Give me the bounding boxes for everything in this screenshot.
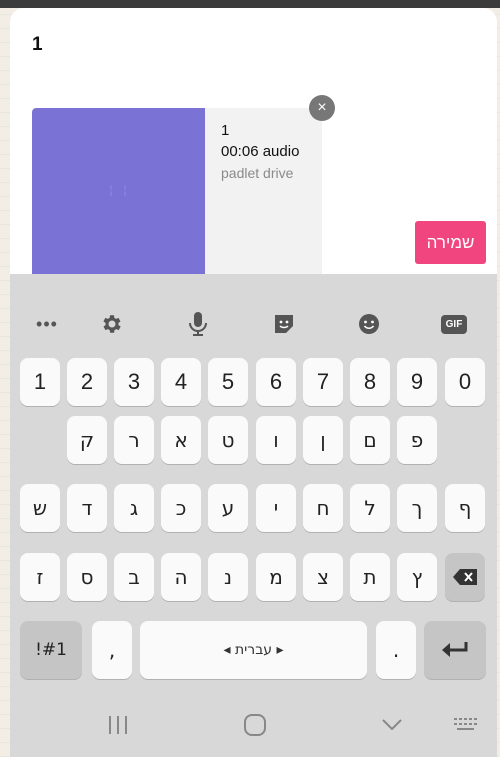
key-final-tsadi[interactable]: ץ [397, 553, 437, 601]
system-navigation-bar [10, 694, 497, 757]
key-final-mem[interactable]: ם [350, 416, 390, 464]
key-9[interactable]: 9 [397, 358, 437, 406]
audio-thumbnail: ╎╎ [32, 108, 205, 280]
attachment-source: padlet drive [221, 165, 294, 181]
key-vav[interactable]: ו [256, 416, 296, 464]
key-5[interactable]: 5 [208, 358, 248, 406]
key-4[interactable]: 4 [161, 358, 201, 406]
sticker-icon[interactable] [266, 306, 302, 342]
home-icon[interactable] [242, 710, 268, 740]
key-qof[interactable]: ק [67, 416, 107, 464]
audio-attachment-card[interactable]: ╎╎ 1 00:06 audio padlet drive [32, 108, 322, 280]
back-chevron-down-icon[interactable] [380, 710, 404, 740]
key-nun[interactable]: נ [208, 553, 248, 601]
microphone-icon[interactable] [180, 306, 216, 342]
key-mem[interactable]: מ [256, 553, 296, 601]
comma-key[interactable]: , [92, 621, 132, 679]
key-final-kaf[interactable]: ך [397, 484, 437, 532]
on-screen-keyboard: ••• GIF 1 2 3 4 5 6 7 8 9 0 ק ר א ט ו ן … [10, 274, 497, 757]
backspace-key[interactable] [445, 553, 485, 601]
remove-attachment-button[interactable]: × [309, 95, 335, 121]
keyboard-hide-icon[interactable] [452, 710, 480, 740]
post-composer-sheet: 1 ╎╎ 1 00:06 audio padlet drive × שמירה … [10, 8, 497, 757]
key-alef[interactable]: א [161, 416, 201, 464]
key-3[interactable]: 3 [114, 358, 154, 406]
key-het[interactable]: ח [303, 484, 343, 532]
key-8[interactable]: 8 [350, 358, 390, 406]
enter-icon [442, 642, 468, 657]
key-kaf[interactable]: כ [161, 484, 201, 532]
gear-icon[interactable] [94, 306, 130, 342]
key-dalet[interactable]: ד [67, 484, 107, 532]
key-final-nun[interactable]: ן [303, 416, 343, 464]
key-ayin[interactable]: ע [208, 484, 248, 532]
key-he[interactable]: ה [161, 553, 201, 601]
emoji-icon[interactable] [351, 306, 387, 342]
key-2[interactable]: 2 [67, 358, 107, 406]
period-key[interactable]: . [376, 621, 416, 679]
key-lamed[interactable]: ל [350, 484, 390, 532]
gif-icon[interactable]: GIF [436, 306, 472, 342]
enter-key[interactable] [424, 621, 486, 679]
recent-apps-icon[interactable] [106, 710, 130, 740]
key-yod[interactable]: י [256, 484, 296, 532]
key-tet[interactable]: ט [208, 416, 248, 464]
close-icon: × [317, 99, 327, 116]
gif-label: GIF [440, 314, 468, 334]
key-1[interactable]: 1 [20, 358, 60, 406]
attachment-meta: 00:06 audio [221, 143, 300, 160]
backspace-icon [453, 569, 477, 585]
post-title[interactable]: 1 [32, 34, 43, 56]
key-samekh[interactable]: ס [67, 553, 107, 601]
save-button[interactable]: שמירה [415, 221, 486, 264]
waveform-icon: ╎╎ [108, 186, 137, 197]
key-7[interactable]: 7 [303, 358, 343, 406]
key-final-pe[interactable]: ף [445, 484, 485, 532]
key-resh[interactable]: ר [114, 416, 154, 464]
symbols-key[interactable]: !#1 [20, 621, 82, 679]
attachment-name: 1 [221, 122, 230, 139]
key-bet[interactable]: ב [114, 553, 154, 601]
more-dots-label: ••• [36, 313, 58, 334]
key-pe[interactable]: פ [397, 416, 437, 464]
status-bar [0, 0, 500, 8]
key-zayin[interactable]: ז [20, 553, 60, 601]
more-dots-icon[interactable]: ••• [29, 306, 65, 342]
key-shin[interactable]: ש [20, 484, 60, 532]
space-key[interactable]: ◂ עברית ▸ [140, 621, 367, 679]
key-6[interactable]: 6 [256, 358, 296, 406]
key-gimel[interactable]: ג [114, 484, 154, 532]
key-0[interactable]: 0 [445, 358, 485, 406]
key-tav[interactable]: ת [350, 553, 390, 601]
key-tsadi[interactable]: צ [303, 553, 343, 601]
language-label: ◂ עברית ▸ [223, 642, 284, 658]
